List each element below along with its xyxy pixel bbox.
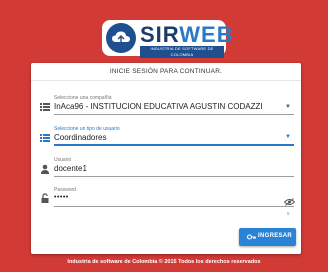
password-label: Password [54, 187, 76, 193]
password-field[interactable]: Password ••••• 5 [31, 185, 301, 216]
lock-open-icon [41, 193, 49, 203]
footer-copyright: Industria de software de Colombia © 2015… [67, 259, 261, 265]
user-type-label: Seleccione un tipo de usuario [54, 126, 120, 132]
key-icon [247, 234, 256, 240]
username-field[interactable]: Usuario docente1 [31, 155, 301, 177]
user-type-underline [54, 144, 294, 146]
username-label: Usuario [54, 157, 72, 163]
sirweb-logo: SIRWEB INDUSTRIA DE SOFTWARE DE COLOMBIA [102, 20, 233, 58]
user-type-value: Coordinadores [54, 133, 107, 142]
ingresar-button[interactable]: INGRESAR [239, 228, 296, 246]
password-underline [54, 206, 294, 207]
list-icon [40, 103, 50, 111]
company-select[interactable]: Seleccione una compañía InAca96 - INSTIT… [31, 95, 301, 115]
login-card: INICIE SESIÓN PARA CONTINUAR. Seleccione… [31, 63, 301, 254]
chevron-down-icon[interactable]: ▼ [285, 104, 291, 110]
card-divider [31, 80, 301, 81]
logo-subtitle: INDUSTRIA DE SOFTWARE DE COLOMBIA [140, 46, 224, 58]
company-label: Seleccione una compañía [54, 95, 112, 101]
user-type-select[interactable]: Seleccione un tipo de usuario Coordinado… [31, 123, 301, 146]
ingresar-label: INGRESAR [258, 233, 293, 239]
username-underline [54, 176, 294, 177]
card-title: INICIE SESIÓN PARA CONTINUAR. [109, 68, 223, 75]
eye-off-icon[interactable] [284, 198, 295, 206]
password-char-counter: 5 [287, 211, 290, 216]
logo-wordmark: SIRWEB [140, 22, 234, 47]
username-value[interactable]: docente1 [54, 164, 87, 173]
password-value[interactable]: ••••• [54, 194, 69, 201]
company-underline [54, 114, 294, 115]
person-icon [41, 164, 49, 174]
list-icon [40, 134, 50, 142]
company-value: InAca96 - INSTITUCION EDUCATIVA AGUSTIN … [54, 102, 263, 111]
cloud-icon [106, 23, 136, 53]
chevron-down-icon[interactable]: ▼ [285, 134, 291, 140]
